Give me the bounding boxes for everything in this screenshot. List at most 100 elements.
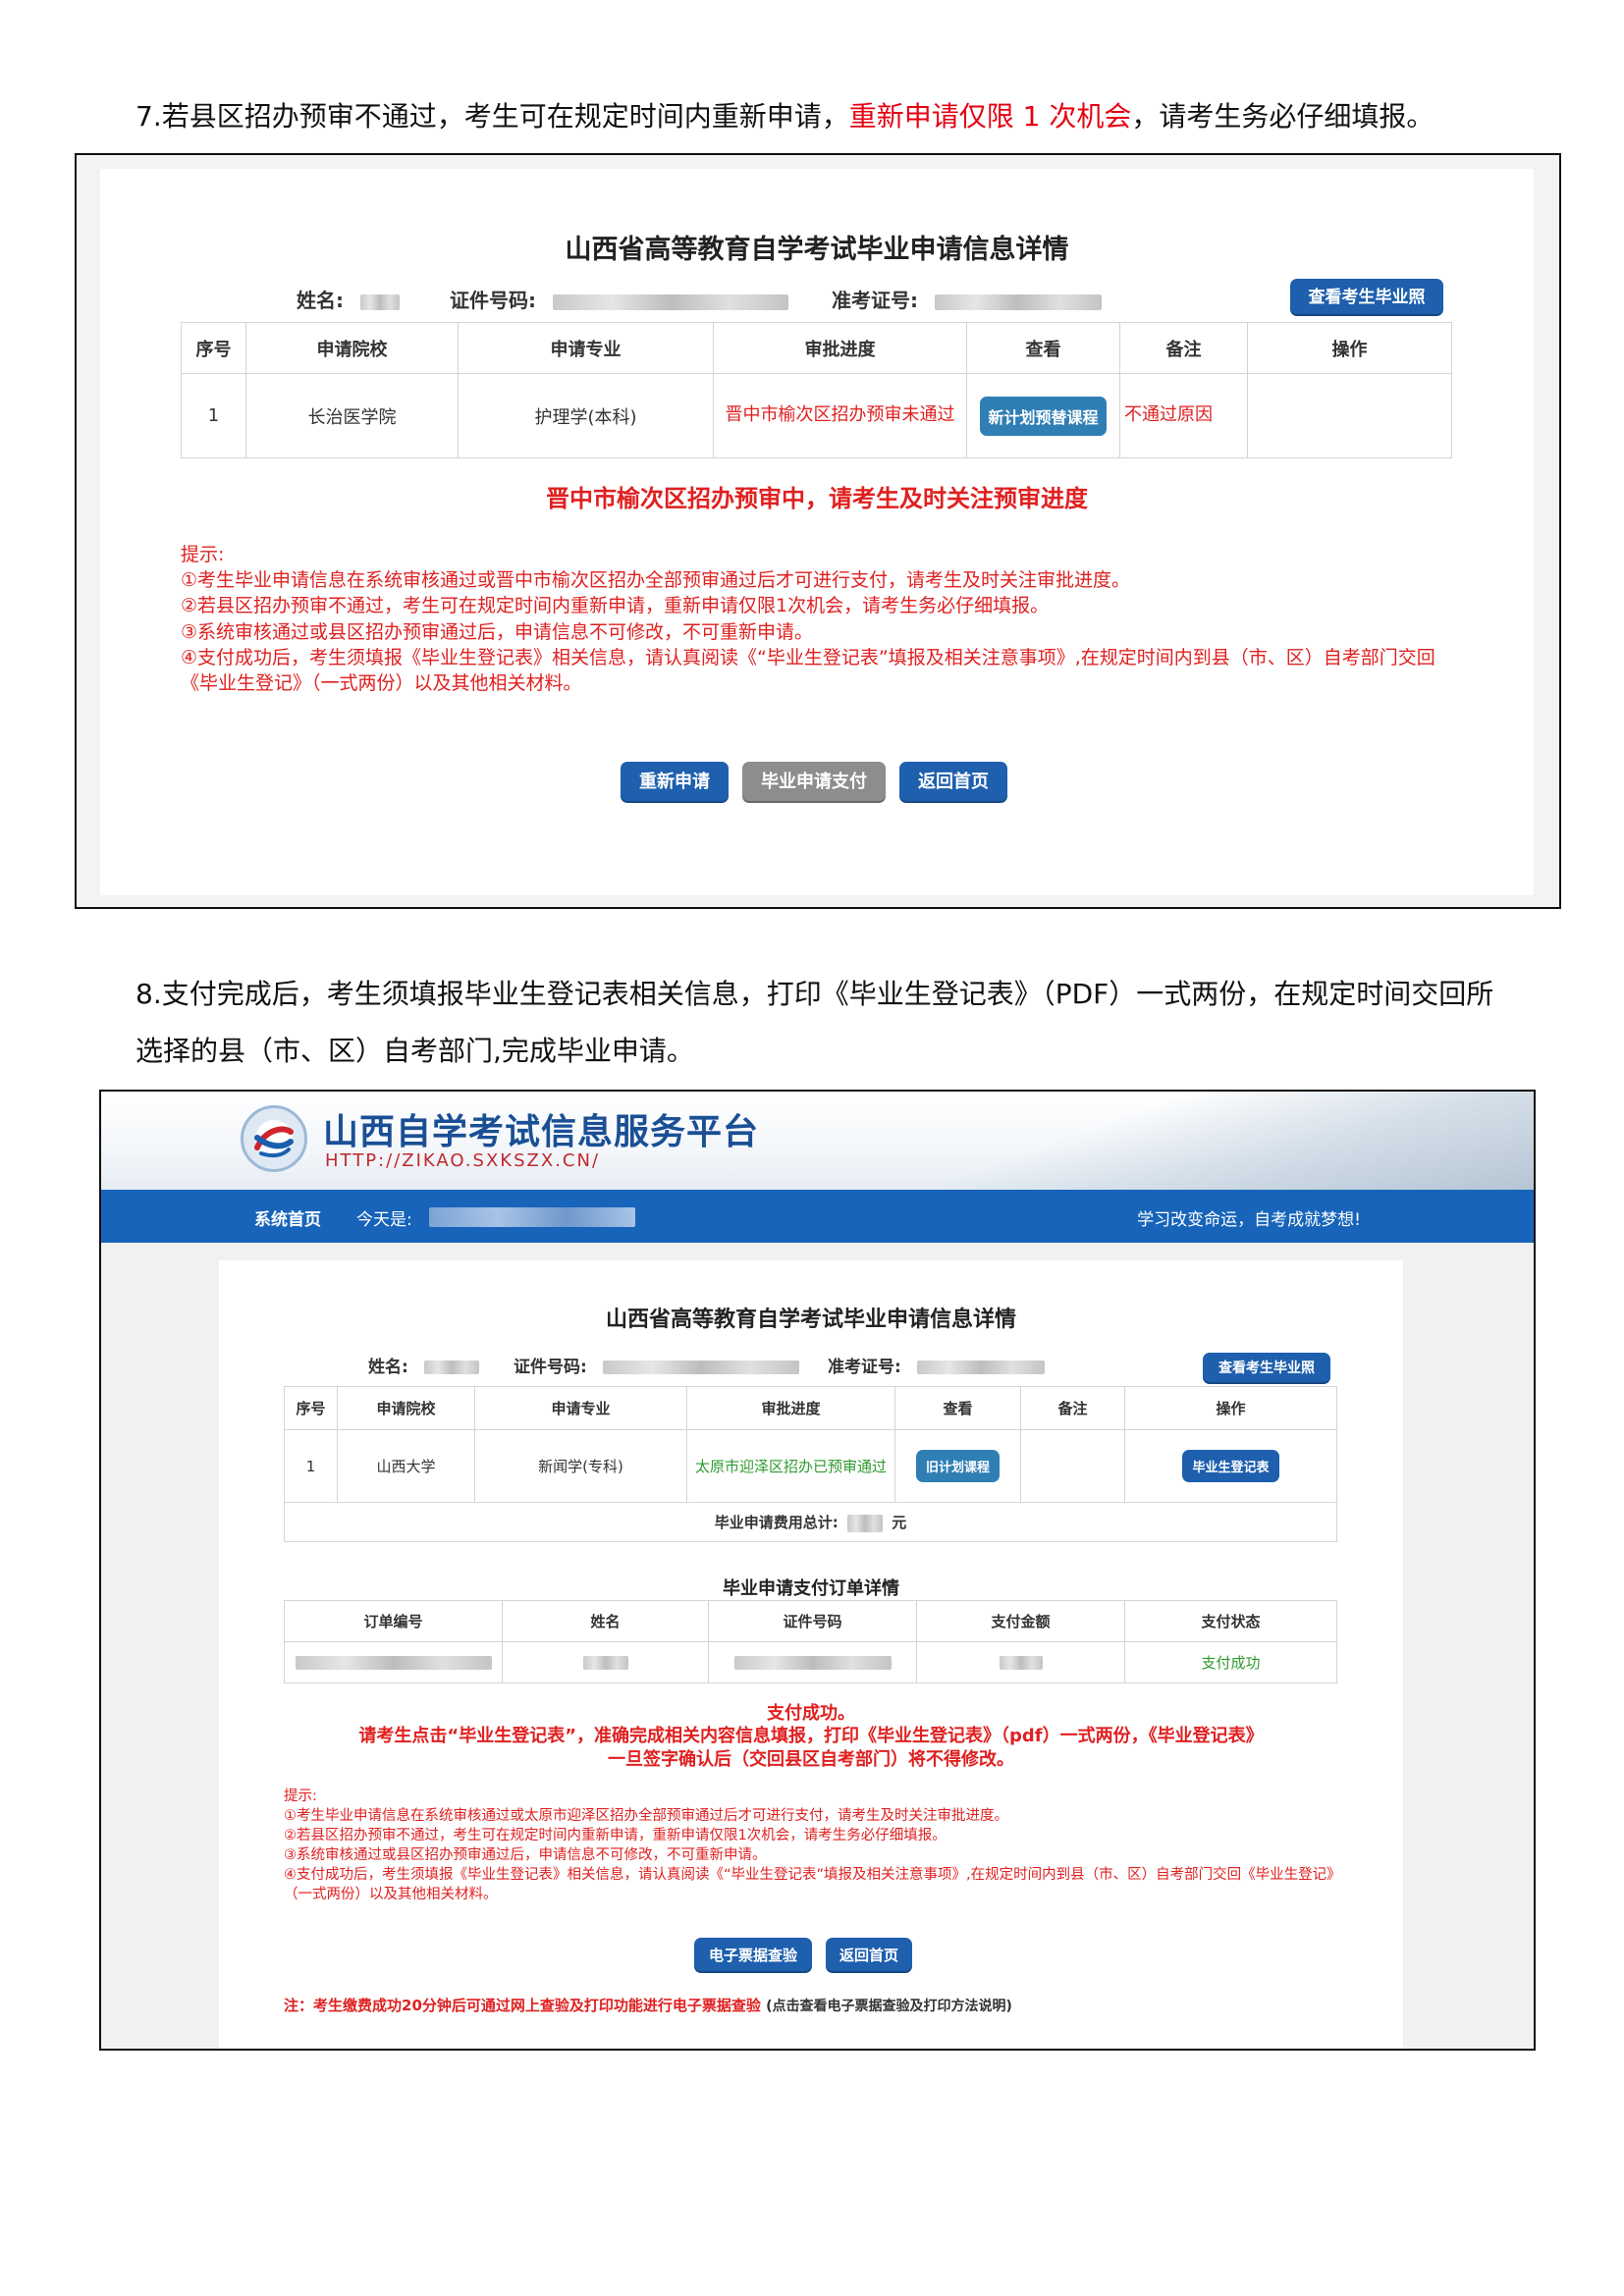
step8-line-1: 8.支付完成后，考生须填报毕业生登记表相关信息，打印《毕业生登记表》（PDF）一…	[135, 978, 1494, 1010]
order-id-redacted	[733, 1656, 892, 1670]
name-field-2: 姓名:	[368, 1353, 479, 1377]
step7-text-after: ，请考生务必仔细填报。	[1131, 100, 1435, 133]
order-amount-redacted	[999, 1656, 1043, 1670]
status-notice: 晋中市榆次区招办预审中，请考生及时关注预审进度	[546, 485, 1088, 512]
step7-text-before: 7.若县区招办预审不通过，考生可在规定时间内重新申请，	[135, 100, 849, 133]
cell-major: 护理学(本科)	[458, 373, 714, 458]
new-plan-course-button[interactable]: 新计划预替课程	[980, 396, 1107, 436]
screenshot-2-panel: 山西省高等教育自学考试毕业申请信息详情 姓名: 证件号码: 准考证号: 查看考生…	[219, 1260, 1403, 2049]
id-value-redacted	[552, 294, 788, 310]
footer-note: 注：考生缴费成功20分钟后可通过网上查验及打印功能进行电子票据查验 (点击查看电…	[284, 1995, 1012, 2015]
cell-major-2: 新闻学(专科)	[474, 1429, 687, 1503]
cell-view: 新计划预替课程	[966, 373, 1120, 458]
application-table-2: 序号 申请院校 申请专业 审批进度 查看 备注 操作 1 山西大学 新闻学(专科…	[284, 1386, 1337, 1542]
tip-2: ②若县区招办预审不通过，考生可在规定时间内重新申请，重新申请仅限1次机会，请考生…	[181, 595, 1050, 617]
cell-remark: 不通过原因	[1119, 373, 1248, 458]
tips-block: 提示: ①考生毕业申请信息在系统审核通过或晋中市榆次区招办全部预审通过后才可进行…	[181, 542, 1453, 696]
order-table: 订单编号 姓名 证件号码 支付金额 支付状态 支付成功	[284, 1600, 1337, 1683]
exam-no-field-2: 准考证号:	[828, 1353, 1045, 1377]
view-cert-button-2[interactable]: 查看考生毕业照	[1203, 1353, 1330, 1384]
site-header: 山西自学考试信息服务平台 HTTP://ZIKAO.SXKSZX.CN/	[101, 1092, 1534, 1190]
order-name-cell	[502, 1641, 709, 1683]
exam-no-value-redacted	[934, 294, 1102, 310]
header-view: 查看	[966, 322, 1120, 374]
step8-paragraph: 8.支付完成后，考生须填报毕业生登记表相关信息，打印《毕业生登记表》（PDF）一…	[135, 966, 1569, 1080]
order-amount-cell	[916, 1641, 1125, 1683]
exam-no-label-2: 准考证号:	[828, 1358, 901, 1377]
order-no-cell	[284, 1641, 503, 1683]
fee-total-cell: 毕业申请费用总计: 元	[284, 1502, 1337, 1542]
nav-date-redacted	[429, 1207, 635, 1227]
site-title: 山西自学考试信息服务平台	[323, 1112, 760, 1152]
invoice-check-button[interactable]: 电子票据查验	[694, 1938, 812, 1973]
site-logo-icon	[241, 1105, 307, 1172]
progress-text: 晋中市榆次区招办预审未通过	[725, 404, 955, 426]
nav-home-link[interactable]: 系统首页	[254, 1205, 321, 1230]
name-value-redacted-2	[423, 1361, 479, 1374]
id-label: 证件号码:	[450, 289, 536, 312]
payment-notice-line-1: 支付成功。	[767, 1703, 855, 1724]
cell-progress: 晋中市榆次区招办预审未通过	[713, 373, 967, 458]
progress-text-2: 太原市迎泽区招办已预审通过	[694, 1457, 887, 1475]
tips-heading: 提示:	[181, 544, 225, 565]
tip-4: ④支付成功后，考生须填报《毕业生登记表》相关信息，请认真阅读《“毕业生登记表”填…	[181, 646, 1435, 695]
header-no: 序号	[181, 322, 246, 374]
cell-action	[1247, 373, 1452, 458]
graduate-register-button[interactable]: 毕业生登记表	[1182, 1450, 1279, 1482]
exam-no-label: 准考证号:	[832, 289, 918, 312]
header-view-2: 查看	[894, 1386, 1021, 1430]
header-no-2: 序号	[284, 1386, 338, 1430]
invoice-help-link[interactable]: (点击查看电子票据查验及打印方法说明)	[766, 1999, 1012, 2014]
header-progress: 审批进度	[713, 322, 967, 374]
step7-text-red: 重新申请仅限 1 次机会	[848, 100, 1132, 133]
content-area: 山西省高等教育自学考试毕业申请信息详情 姓名: 证件号码: 准考证号: 查看考生…	[101, 1243, 1534, 2049]
table-row: 支付成功	[284, 1641, 1337, 1683]
pay-button[interactable]: 毕业申请支付	[742, 762, 886, 803]
step8-line-2: 选择的县（市、区）自考部门,完成毕业申请。	[135, 1035, 694, 1067]
payment-notice: 支付成功。 请考生点击“毕业生登记表”，准确完成相关内容信息填报，打印《毕业生登…	[219, 1702, 1403, 1771]
name-field: 姓名:	[297, 285, 400, 313]
site-url: HTTP://ZIKAO.SXKSZX.CN/	[325, 1150, 601, 1171]
exam-no-value-redacted-2	[916, 1361, 1045, 1374]
nav-today-label: 今天是:	[356, 1210, 412, 1230]
cell-school-2: 山西大学	[337, 1429, 475, 1503]
tip-2-4: ④支付成功后，考生须填报《毕业生登记表》相关信息，请认真阅读《“毕业生登记表”填…	[284, 1867, 1334, 1902]
tip-2-3: ③系统审核通过或县区招办预审通过后，申请信息不可修改，不可重新申请。	[284, 1847, 767, 1863]
remark-link[interactable]: 不通过原因	[1124, 404, 1213, 425]
order-header-amount: 支付金额	[916, 1600, 1125, 1642]
payment-notice-line-2: 请考生点击“毕业生登记表”，准确完成相关内容信息填报，打印《毕业生登记表》（pd…	[358, 1726, 1264, 1747]
cell-action-2: 毕业生登记表	[1124, 1429, 1337, 1503]
application-table: 序号 申请院校 申请专业 审批进度 查看 备注 操作 1 长治医学院 护理学(本…	[181, 322, 1452, 458]
tip-2-2: ②若县区招办预审不通过，考生可在规定时间内重新申请，重新申请仅限1次机会，请考生…	[284, 1828, 947, 1843]
order-header-status: 支付状态	[1124, 1600, 1337, 1642]
name-value-redacted	[359, 294, 400, 310]
view-cert-button[interactable]: 查看考生毕业照	[1290, 279, 1443, 316]
tips-heading-2: 提示:	[284, 1789, 317, 1804]
order-header-no: 订单编号	[284, 1600, 503, 1642]
order-header-id: 证件号码	[708, 1600, 917, 1642]
nav-slogan: 学习改变命运，自考成就梦想!	[1137, 1210, 1361, 1230]
cell-view-2: 旧计划课程	[894, 1429, 1021, 1503]
screenshot-2-frame: 山西自学考试信息服务平台 HTTP://ZIKAO.SXKSZX.CN/ 系统首…	[99, 1090, 1536, 2051]
cell-remark-2	[1020, 1429, 1125, 1503]
order-no-redacted	[295, 1656, 492, 1670]
cell-no: 1	[181, 373, 246, 458]
old-plan-course-button[interactable]: 旧计划课程	[915, 1450, 1000, 1482]
screenshot-1-panel: 山西省高等教育自学考试毕业申请信息详情 姓名: 证件号码: 准考证号: 查看考生…	[100, 169, 1534, 895]
reapply-button[interactable]: 重新申请	[621, 762, 729, 803]
order-name-redacted	[582, 1656, 628, 1670]
home-button-2[interactable]: 返回首页	[826, 1938, 912, 1973]
header-progress-2: 审批进度	[686, 1386, 895, 1430]
home-button[interactable]: 返回首页	[899, 762, 1007, 803]
screenshot-1-frame: 山西省高等教育自学考试毕业申请信息详情 姓名: 证件号码: 准考证号: 查看考生…	[75, 153, 1561, 909]
header-school: 申请院校	[245, 322, 459, 374]
tip-1: ①考生毕业申请信息在系统审核通过或晋中市榆次区招办全部预审通过后才可进行支付，请…	[181, 569, 1131, 592]
header-remark-2: 备注	[1020, 1386, 1125, 1430]
step7-paragraph: 7.若县区招办预审不通过，考生可在规定时间内重新申请，重新申请仅限 1 次机会，…	[135, 88, 1434, 145]
header-decoration	[925, 1092, 1534, 1190]
cell-school: 长治医学院	[245, 373, 459, 458]
id-label-2: 证件号码:	[514, 1358, 587, 1377]
name-label: 姓名:	[297, 289, 344, 312]
header-school-2: 申请院校	[337, 1386, 475, 1430]
order-status: 支付成功	[1201, 1654, 1261, 1672]
